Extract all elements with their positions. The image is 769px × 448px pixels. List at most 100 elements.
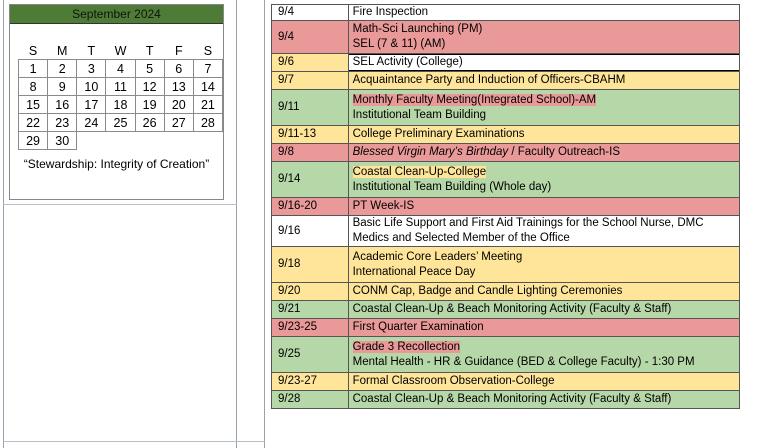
event-text: SEL Activity (College)	[348, 54, 739, 71]
event-text: International Peace Day	[352, 265, 476, 278]
calendar-day: 28	[192, 113, 224, 132]
schedule-date: 9/8	[271, 143, 349, 162]
schedule-event: Fire Inspection	[347, 4, 741, 21]
schedule-row: 9/11 Monthly Faculty Meeting(Integrated S…	[271, 89, 741, 126]
schedule-event: Coastal Clean-Up & Beach Monitoring Acti…	[347, 390, 741, 409]
event-text: SEL (7 & 11) (AM)	[352, 38, 446, 50]
schedule-table: 9/4 Fire Inspection 9/4 Math-Sci Launching …	[271, 4, 741, 409]
event-text: Formal Classroom Observation-College	[352, 375, 555, 387]
schedule-row: 9/23-27 Formal Classroom Observation-Coll…	[271, 372, 741, 391]
column-divider-right	[264, 0, 265, 448]
schedule-event: Basic Life Support and First Aid Trainin…	[347, 215, 741, 247]
event-line: PT Week-IS	[353, 199, 739, 214]
calendar-day: 2	[47, 59, 78, 78]
event-text: Institutional Team Building (Whole day)	[352, 180, 552, 193]
highlighted-event-text: Monthly Faculty Meeting(Integrated Schoo…	[352, 93, 597, 106]
schedule-row: 9/25 Grade 3 Recollection Mental Health - …	[271, 336, 741, 373]
event-line: Monthly Faculty Meeting(Integrated Schoo…	[352, 93, 739, 108]
highlighted-event-text: Coastal Clean-Up-College	[352, 165, 487, 178]
calendar-day: 25	[105, 113, 136, 132]
calendar-empty-cell	[77, 132, 106, 150]
schedule-event: Monthly Faculty Meeting(Integrated Schoo…	[347, 89, 741, 126]
schedule-date: 9/16-20	[271, 197, 349, 216]
calendar-day: 21	[192, 95, 224, 114]
schedule-date: 9/28	[271, 390, 349, 409]
schedule-date: 9/7	[271, 71, 349, 90]
calendar-month-header: September 2024	[10, 5, 223, 24]
section-divider	[3, 204, 237, 205]
event-line: Institutional Team Building	[353, 108, 739, 123]
event-line: Mental Health - HR & Guidance (BED & Col…	[353, 355, 739, 370]
event-text: Math-Sci Launching (PM)	[352, 23, 483, 35]
calendar-day: 7	[192, 59, 224, 78]
footer-divider	[3, 441, 265, 442]
event-line: Academic Core Leaders’ Meeting	[353, 250, 739, 265]
event-line: Basic Life Support and First Aid Trainin…	[353, 216, 739, 231]
calendar-day: 15	[17, 95, 49, 114]
schedule-date: 9/23-25	[271, 318, 349, 337]
calendar-grid: SMTWTFS 1 2 3 4 5 6 7 8 9 10 11 12 13 14 15 16 17 18 19 20 2…	[17, 43, 224, 150]
schedule-row: 9/16-20 PT Week-IS	[271, 197, 741, 216]
schedule-event: Grade 3 Recollection Mental Health - HR &…	[347, 336, 741, 373]
calendar-weeks: 1 2 3 4 5 6 7 8 9 10 11 12 13 14 15 16 17 18 19 20 21 22 23 24 2…	[17, 59, 224, 150]
schedule-row: 9/8 Blessed Virgin Mary’s Birthday / Facu…	[271, 143, 741, 162]
calendar-day: 18	[105, 95, 136, 114]
schedule-date: 9/16	[271, 215, 349, 247]
calendar-empty-cell	[135, 132, 164, 150]
schedule-date: 9/4	[271, 20, 349, 54]
schedule-event: Blessed Virgin Mary’s Birthday / Faculty…	[347, 143, 741, 162]
calendar-day: 6	[163, 59, 194, 78]
event-line: Institutional Team Building (Whole day)	[353, 180, 739, 195]
schedule-date: 9/18	[271, 246, 349, 283]
weekday-label: S	[203, 44, 213, 58]
schedule-date: 9/20	[271, 282, 349, 301]
event-text: Basic Life Support and First Aid Trainin…	[352, 217, 704, 229]
weekday-label: F	[174, 44, 183, 58]
schedule-row: 9/4 Fire Inspection	[271, 4, 741, 21]
schedule-date: 9/14	[271, 161, 349, 198]
event-line: Coastal Clean-Up & Beach Monitoring Acti…	[353, 392, 739, 407]
event-line: First Quarter Examination	[353, 320, 739, 335]
calendar-day: 22	[17, 113, 49, 132]
schedule-event: PT Week-IS	[347, 197, 741, 216]
schedule-row: 9/16 Basic Life Support and First Aid Tra…	[271, 215, 741, 247]
event-line: SEL Activity (College)	[348, 54, 739, 71]
calendar-day: 13	[163, 77, 194, 96]
schedule-row: 9/14 Coastal Clean-Up-College Institutiona…	[271, 161, 741, 198]
schedule-row: 9/6 SEL Activity (College)	[271, 53, 741, 72]
weekday-label: W	[114, 44, 127, 58]
event-text: First Quarter Examination	[352, 321, 484, 333]
calendar-day: 11	[105, 77, 136, 96]
event-text: Academic Core Leaders’ Meeting	[352, 250, 523, 263]
schedule-row: 9/21 Coastal Clean-Up & Beach Monitoring …	[271, 300, 741, 319]
calendar-week-row: 8 9 10 11 12 13 14	[17, 77, 224, 96]
event-line: Medics and Selected Member of the Office	[353, 231, 739, 246]
weekday-row: SMTWTFS	[19, 43, 223, 60]
event-text-italic: Blessed Virgin Mary’s Birthday	[352, 146, 509, 158]
schedule-event: CONM Cap, Badge and Candle Lighting Cere…	[347, 282, 741, 301]
schedule-event: College Preliminary Examinations	[347, 125, 741, 144]
schedule-row: 9/20 CONM Cap, Badge and Candle Lighting …	[271, 282, 741, 301]
calendar-day: 26	[134, 113, 165, 132]
schedule-event: Acquaintance Party and Induction of Offi…	[347, 71, 741, 90]
schedule-date: 9/21	[271, 300, 349, 319]
calendar-day: 24	[76, 113, 107, 132]
calendar-day: 17	[76, 95, 107, 114]
calendar-day: 30	[47, 131, 78, 150]
weekday-label: S	[28, 44, 38, 58]
calendar-day: 16	[47, 95, 78, 114]
calendar-day: 20	[163, 95, 194, 114]
schedule-event: Coastal Clean-Up-College Institutional Te…	[347, 161, 741, 198]
event-line: Blessed Virgin Mary’s Birthday / Faculty…	[353, 145, 739, 160]
calendar-day: 29	[17, 131, 49, 150]
event-line: Coastal Clean-Up & Beach Monitoring Acti…	[353, 302, 739, 317]
calendar-day: 19	[134, 95, 165, 114]
calendar-day: 3	[76, 59, 107, 78]
event-line: International Peace Day	[353, 265, 739, 280]
calendar-day: 9	[47, 77, 78, 96]
calendar-empty-cell	[164, 132, 193, 150]
event-text: Institutional Team Building	[352, 108, 487, 121]
column-divider	[236, 0, 237, 448]
schedule-row: 9/4 Math-Sci Launching (PM) SEL (7 & 11) (…	[271, 20, 741, 54]
schedule-event: Coastal Clean-Up & Beach Monitoring Acti…	[347, 300, 741, 319]
